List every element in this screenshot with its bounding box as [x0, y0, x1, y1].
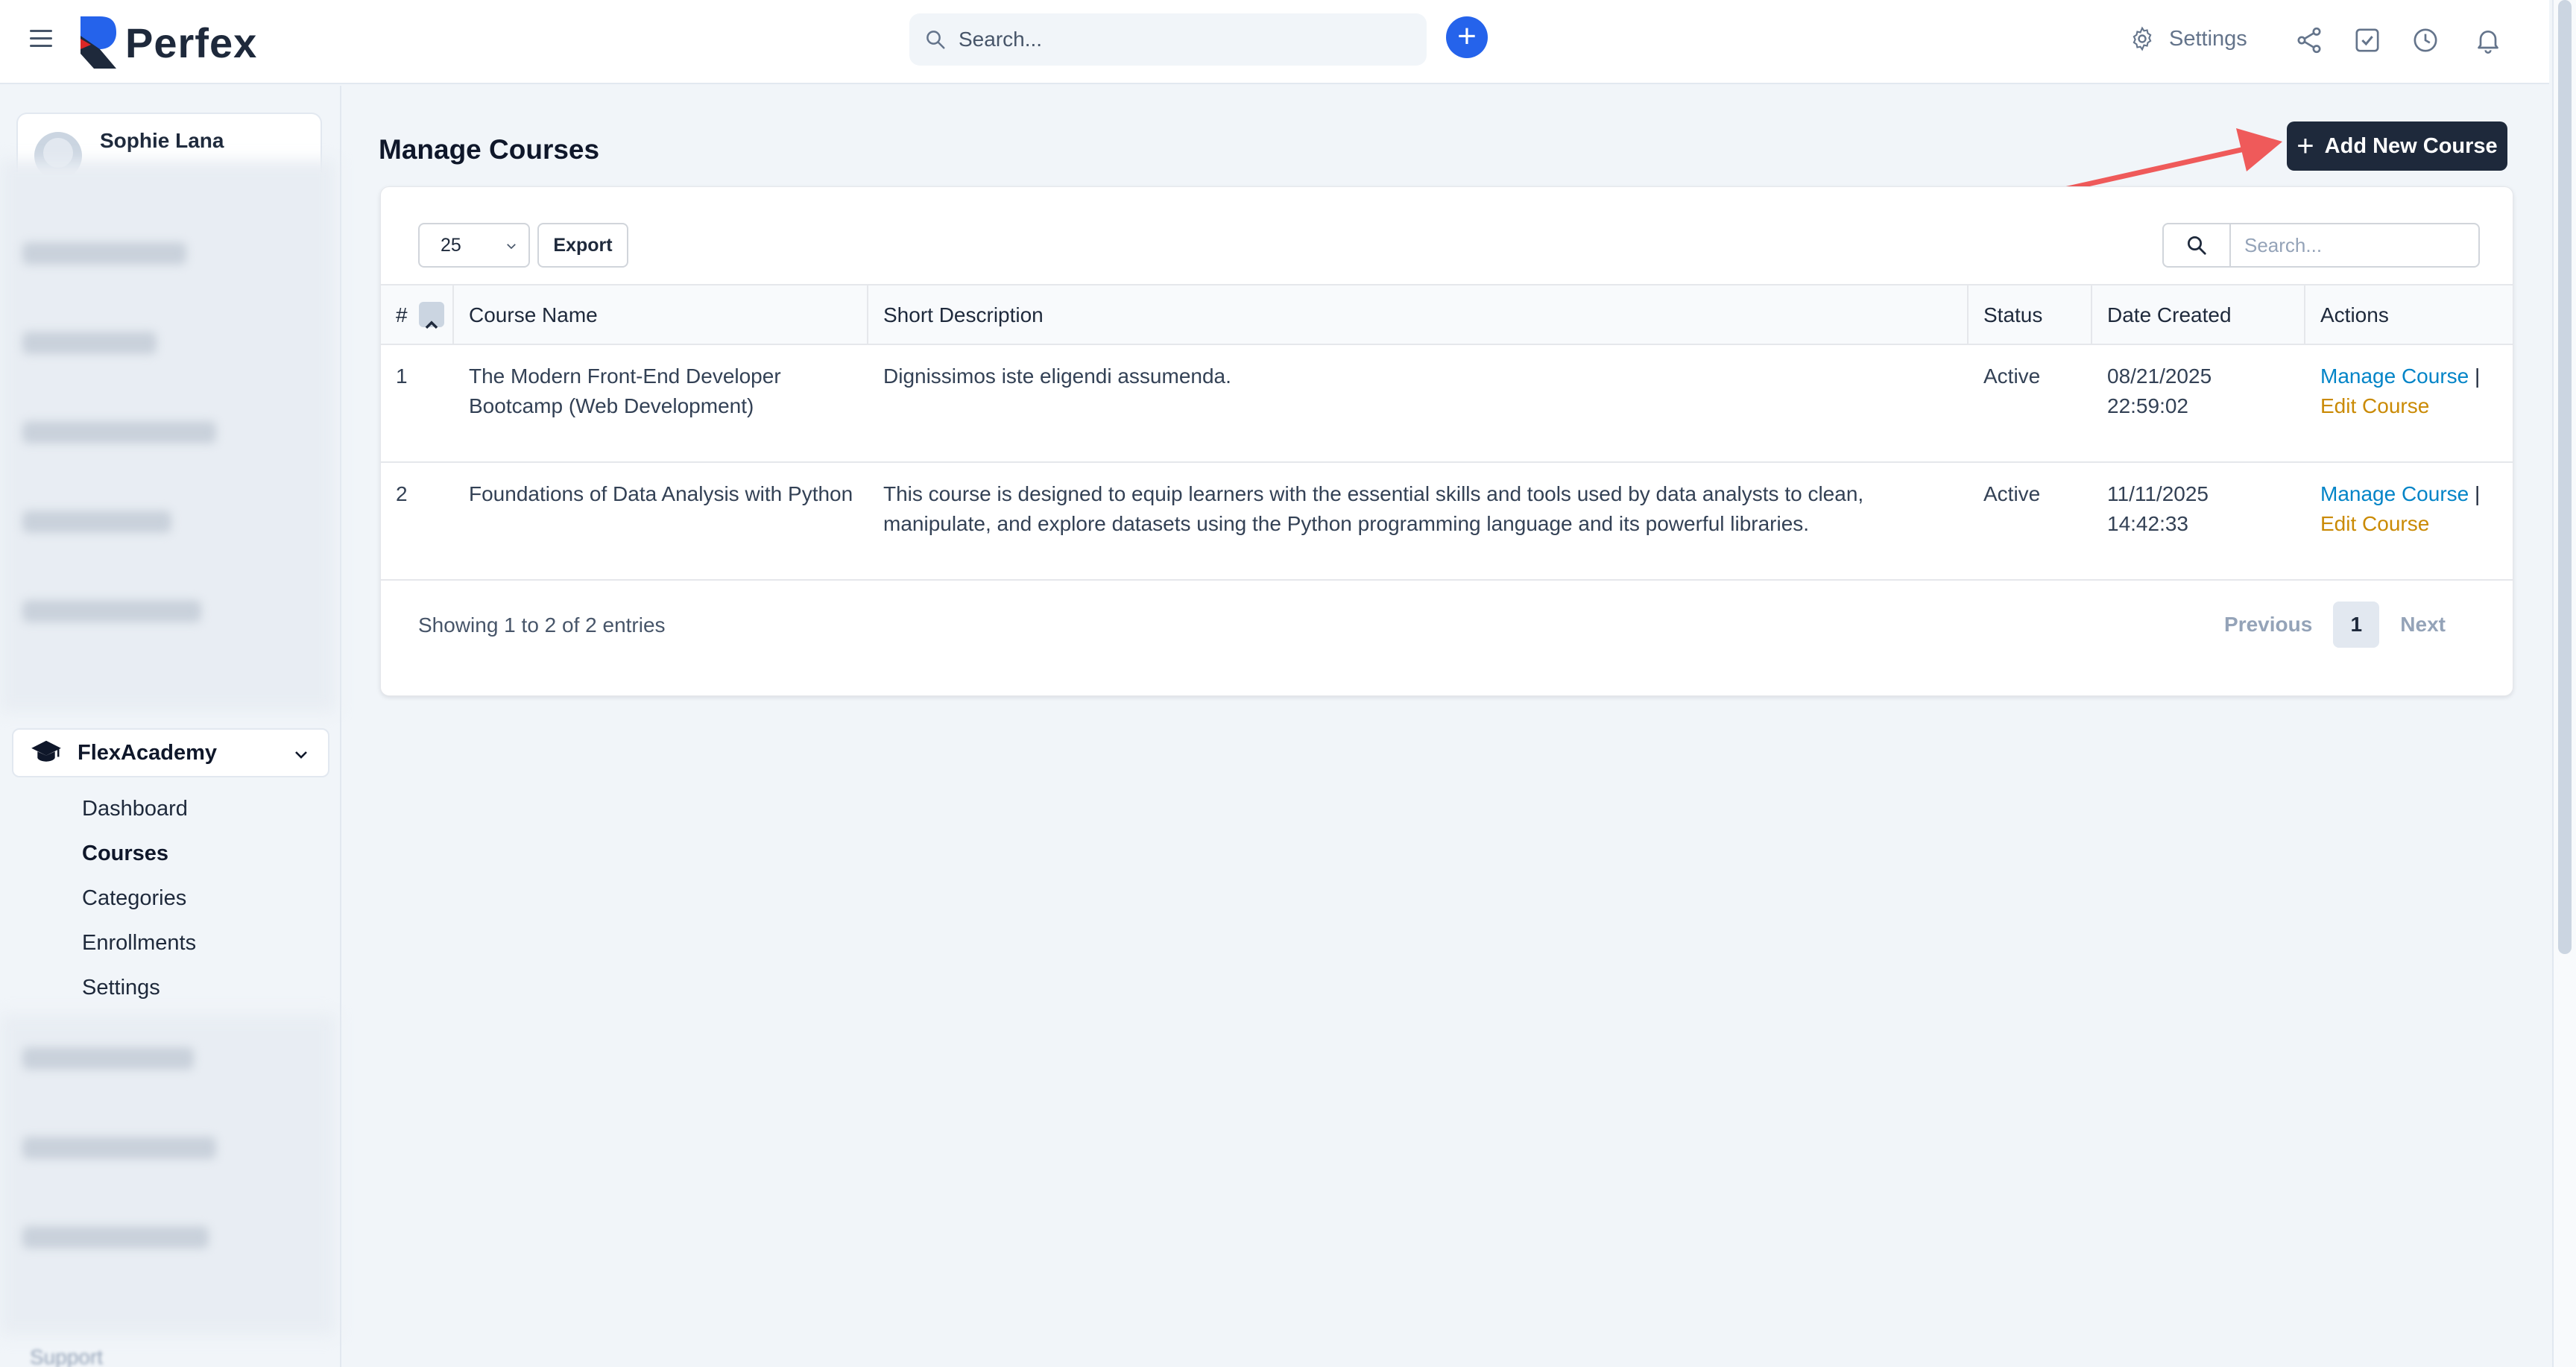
time-value: 22:59:02 — [2107, 394, 2188, 417]
plus-icon: + — [2296, 130, 2314, 162]
global-search-input[interactable] — [959, 28, 1376, 51]
sidebar-item-enrollments[interactable]: Enrollments — [82, 921, 196, 965]
table-search[interactable] — [2162, 223, 2480, 268]
clock-icon[interactable] — [2411, 25, 2440, 55]
table-info: Showing 1 to 2 of 2 entries — [418, 613, 666, 637]
sidebar-item-categories[interactable]: Categories — [82, 876, 196, 921]
date-value: 08/21/2025 — [2107, 364, 2212, 388]
search-icon — [2188, 236, 2206, 255]
date-value: 11/11/2025 — [2107, 482, 2209, 505]
export-button[interactable]: Export — [537, 223, 628, 268]
row-number: 2 — [396, 482, 408, 505]
course-description: Dignissimos iste eligendi assumenda. — [883, 364, 1231, 388]
blurred-menu-item — [22, 511, 171, 533]
add-new-course-label: Add New Course — [2324, 133, 2498, 158]
module-title: FlexAcademy — [78, 740, 217, 765]
top-navbar: Perfex + Settings — [0, 0, 2549, 84]
scrollbar-thumb[interactable] — [2558, 0, 2572, 954]
chevron-down-icon — [507, 244, 516, 250]
course-status: Active — [1983, 482, 2041, 505]
manage-course-link[interactable]: Manage Course — [2320, 482, 2469, 505]
next-page-button[interactable]: Next — [2400, 613, 2446, 637]
add-new-course-button[interactable]: + Add New Course — [2287, 121, 2507, 171]
sidebar-item-support[interactable]: Support — [30, 1345, 103, 1367]
settings-label: Settings — [2169, 26, 2247, 51]
sidebar: Sophie Lana FlexAcademy Dashboard Course… — [0, 86, 341, 1367]
edit-course-link[interactable]: Edit Course — [2320, 509, 2513, 539]
column-label: # — [396, 303, 408, 326]
row-actions: Manage Course | Edit Course — [2305, 362, 2513, 421]
blurred-menu-item — [22, 242, 186, 265]
date-created: 08/21/2025 22:59:02 — [2092, 362, 2301, 421]
table-row: 1 The Modern Front-End Developer Bootcam… — [381, 345, 2513, 463]
course-description: This course is designed to equip learner… — [883, 482, 1864, 535]
time-value: 14:42:33 — [2107, 512, 2188, 535]
blurred-menu-item — [22, 1137, 216, 1159]
course-name: The Modern Front-End Developer Bootcamp … — [469, 364, 781, 417]
course-status: Active — [1983, 364, 2041, 388]
blurred-menu-item — [22, 1226, 209, 1248]
sidebar-item-dashboard[interactable]: Dashboard — [82, 786, 196, 831]
gear-icon — [2133, 26, 2152, 51]
action-separator: | — [2475, 364, 2481, 388]
action-separator: | — [2475, 482, 2481, 505]
column-header-short-description[interactable]: Short Description — [868, 285, 1969, 345]
flexacademy-submenu: Dashboard Courses Categories Enrollments… — [82, 786, 196, 1010]
menu-toggle-icon[interactable] — [30, 30, 52, 52]
table-row: 2 Foundations of Data Analysis with Pyth… — [381, 463, 2513, 581]
current-page-button[interactable]: 1 — [2333, 602, 2380, 648]
sidebar-item-settings[interactable]: Settings — [82, 965, 196, 1010]
share-icon[interactable] — [2294, 25, 2324, 55]
table-search-button[interactable] — [2162, 223, 2229, 268]
row-actions: Manage Course | Edit Course — [2305, 479, 2513, 539]
sort-asc-icon[interactable] — [419, 301, 445, 329]
blurred-menu-item — [22, 332, 157, 354]
row-number: 1 — [396, 364, 408, 388]
page-scrollbar[interactable] — [2552, 0, 2576, 1367]
quick-create-button[interactable]: + — [1446, 16, 1488, 58]
column-header-actions: Actions — [2320, 303, 2389, 326]
user-name: Sophie Lana — [100, 129, 224, 152]
column-header-number[interactable]: # — [381, 285, 454, 345]
sidebar-item-courses[interactable]: Courses — [82, 831, 196, 876]
perfex-logo-icon — [80, 16, 116, 69]
column-header-date-created[interactable]: Date Created — [2092, 285, 2305, 345]
blurred-menu-item — [22, 1047, 194, 1070]
blurred-menu-item — [22, 421, 216, 443]
edit-course-link[interactable]: Edit Course — [2320, 391, 2513, 421]
course-name: Foundations of Data Analysis with Python — [469, 482, 853, 505]
page-title: Manage Courses — [379, 134, 600, 165]
chevron-down-icon — [295, 751, 307, 759]
search-icon — [926, 31, 945, 49]
table-header: # Course Name Short Description Status D… — [381, 284, 2513, 345]
graduation-cap-icon — [31, 740, 61, 762]
blurred-menu-item — [22, 600, 201, 622]
app-name: Perfex — [125, 19, 258, 66]
global-search[interactable] — [909, 13, 1427, 66]
courses-table-panel: 25 Export # Course Name Short Descriptio… — [380, 186, 2513, 696]
app-logo[interactable]: Perfex — [80, 16, 257, 69]
column-header-course-name[interactable]: Course Name — [454, 285, 868, 345]
previous-page-button[interactable]: Previous — [2224, 613, 2312, 637]
notification-bell-icon[interactable] — [2473, 25, 2503, 55]
table-search-input[interactable] — [2229, 223, 2480, 268]
pagination: Previous 1 Next — [2224, 602, 2446, 648]
task-check-icon[interactable] — [2352, 25, 2382, 55]
settings-link[interactable]: Settings — [2129, 25, 2247, 52]
manage-course-link[interactable]: Manage Course — [2320, 364, 2469, 388]
page-size-select[interactable]: 25 — [418, 223, 530, 268]
column-header-status[interactable]: Status — [1969, 285, 2092, 345]
flexacademy-menu-toggle[interactable]: FlexAcademy — [12, 728, 329, 777]
date-created: 11/11/2025 14:42:33 — [2092, 479, 2301, 539]
page-size-value: 25 — [441, 235, 461, 256]
